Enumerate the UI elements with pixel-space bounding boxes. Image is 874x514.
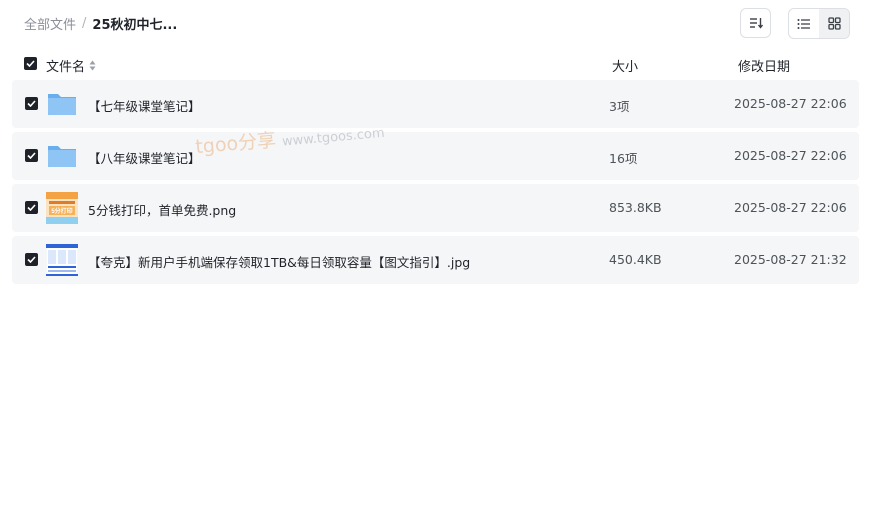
- sort-icon: [749, 18, 763, 29]
- view-toggle: [788, 8, 850, 39]
- file-row[interactable]: 【夸克】新用户手机端保存领取1TB&每日领取容量【图文指引】.jpg 450.4…: [12, 236, 859, 284]
- check-icon: [27, 256, 36, 263]
- check-icon: [27, 152, 36, 159]
- check-icon: [26, 60, 35, 67]
- file-size: 853.8KB: [609, 200, 662, 215]
- check-icon: [27, 204, 36, 211]
- row-checkbox[interactable]: [25, 149, 38, 162]
- file-row[interactable]: 【七年级课堂笔记】 3项 2025-08-27 22:06: [12, 80, 859, 128]
- file-date: 2025-08-27 22:06: [734, 148, 847, 163]
- file-name[interactable]: 【夸克】新用户手机端保存领取1TB&每日领取容量【图文指引】.jpg: [88, 252, 470, 271]
- file-date: 2025-08-27 22:06: [734, 96, 847, 111]
- breadcrumb-current[interactable]: 25秋初中七...: [92, 14, 177, 33]
- file-size: 16项: [609, 151, 638, 166]
- file-list-header: 文件名 大小 修改日期: [12, 50, 859, 78]
- name-column-label: 文件名: [46, 60, 86, 75]
- file-size: 450.4KB: [609, 252, 662, 267]
- grid-icon: [827, 17, 841, 30]
- image-thumbnail: 5分打印: [46, 192, 78, 224]
- select-all-checkbox[interactable]: [24, 57, 37, 70]
- breadcrumb: 全部文件 / 25秋初中七...: [24, 14, 177, 33]
- file-row[interactable]: 5分打印 5分钱打印，首单免费.png 853.8KB 2025-08-27 2…: [12, 184, 859, 232]
- file-size: 3项: [609, 99, 630, 114]
- image-thumbnail: [46, 244, 78, 276]
- file-name[interactable]: 【七年级课堂笔记】: [88, 96, 201, 115]
- breadcrumb-separator: /: [82, 16, 87, 31]
- file-date: 2025-08-27 21:32: [734, 252, 847, 267]
- breadcrumb-root[interactable]: 全部文件: [24, 14, 76, 33]
- sort-arrows-icon: [89, 60, 96, 71]
- check-icon: [27, 100, 36, 107]
- sort-button[interactable]: [740, 8, 771, 38]
- folder-icon: [48, 94, 76, 115]
- list-view-button[interactable]: [789, 9, 819, 38]
- grid-view-button[interactable]: [819, 9, 849, 38]
- row-checkbox[interactable]: [25, 201, 38, 214]
- file-date: 2025-08-27 22:06: [734, 200, 847, 215]
- file-row[interactable]: 【八年级课堂笔记】 16项 2025-08-27 22:06: [12, 132, 859, 180]
- file-name[interactable]: 5分钱打印，首单免费.png: [88, 200, 236, 219]
- row-checkbox[interactable]: [25, 97, 38, 110]
- top-bar: 全部文件 / 25秋初中七...: [0, 0, 874, 48]
- date-column-header[interactable]: 修改日期: [738, 56, 790, 75]
- list-icon: [797, 18, 810, 29]
- folder-icon: [48, 146, 76, 167]
- size-column-header[interactable]: 大小: [612, 56, 638, 75]
- file-name[interactable]: 【八年级课堂笔记】: [88, 148, 201, 167]
- row-checkbox[interactable]: [25, 253, 38, 266]
- thumbnail-text: 5分打印: [51, 207, 72, 215]
- name-column-header[interactable]: 文件名: [46, 56, 96, 75]
